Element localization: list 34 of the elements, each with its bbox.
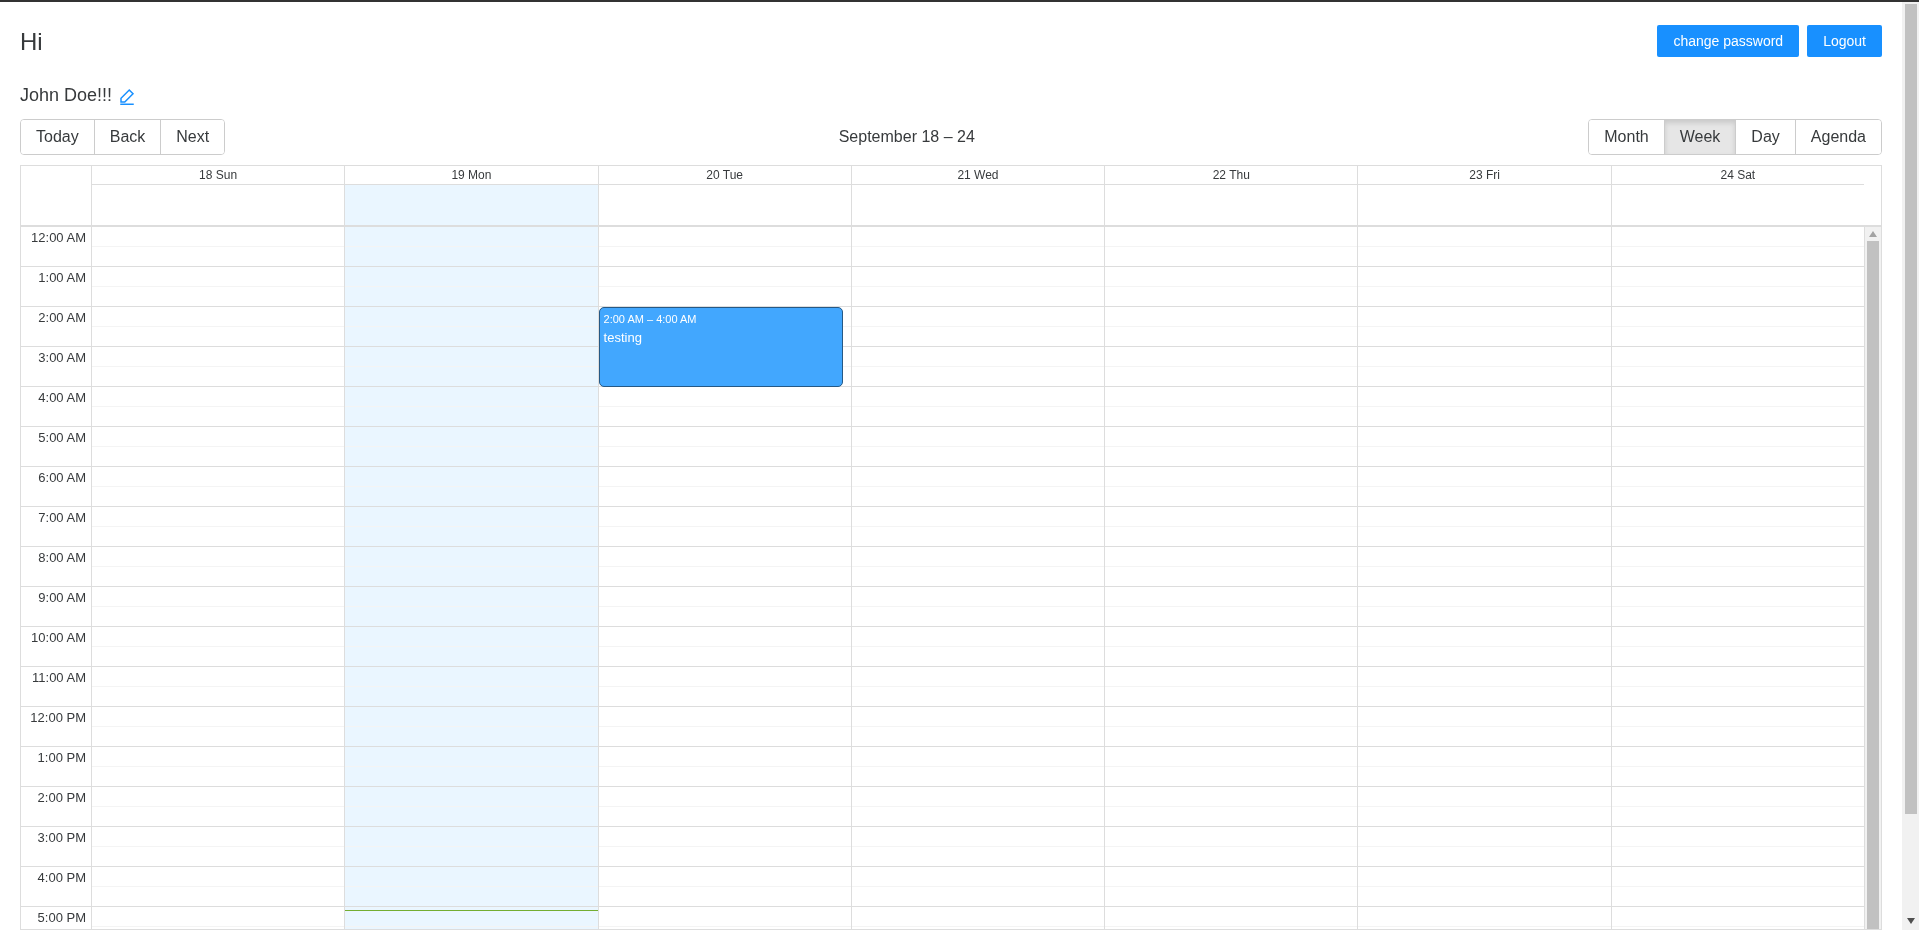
hour-label: 11:00 AM: [32, 669, 86, 687]
hour-label: 1:00 PM: [37, 749, 86, 767]
page-scrollbar[interactable]: [1902, 2, 1919, 930]
hour-label: 1:00 AM: [38, 269, 86, 287]
hour-label: 7:00 AM: [38, 509, 86, 527]
scroll-up-icon[interactable]: [1869, 231, 1877, 237]
scrollbar-thumb[interactable]: [1904, 4, 1917, 814]
hour-label: 2:00 AM: [38, 309, 86, 327]
hour-label: 10:00 AM: [31, 629, 86, 647]
event-time: 2:00 AM – 4:00 AM: [603, 312, 698, 327]
hour-label: 4:00 PM: [37, 869, 86, 887]
hour-label: 9:00 AM: [38, 589, 86, 607]
hour-label: 5:00 AM: [38, 429, 86, 447]
hour-label: 6:00 AM: [38, 469, 86, 487]
greeting-heading: Hi: [20, 27, 43, 57]
nav-button[interactable]: Next: [160, 120, 225, 154]
hour-label: 12:00 AM: [31, 229, 86, 247]
scrollbar-thumb[interactable]: [1867, 241, 1879, 929]
hour-label: 2:00 PM: [37, 789, 86, 807]
view-tab[interactable]: Week: [1663, 120, 1736, 154]
day-label: 19 Mon: [345, 166, 598, 185]
date-range-label: September 18 – 24: [838, 127, 975, 147]
scroll-down-icon[interactable]: [1906, 918, 1915, 924]
view-tab[interactable]: Agenda: [1794, 120, 1881, 154]
hour-label: 3:00 PM: [37, 829, 86, 847]
hour-label: 5:00 PM: [37, 909, 86, 927]
calendar-scrollbar[interactable]: [1864, 227, 1881, 929]
hour-label: 4:00 AM: [38, 389, 86, 407]
user-name: John Doe!!!: [20, 84, 113, 107]
event-title: testing: [603, 328, 643, 347]
hour-label: 8:00 AM: [38, 549, 86, 567]
edit-pencil-icon[interactable]: [118, 86, 137, 105]
hour-label: 12:00 PM: [30, 709, 86, 727]
hour-label: 3:00 AM: [38, 349, 86, 367]
